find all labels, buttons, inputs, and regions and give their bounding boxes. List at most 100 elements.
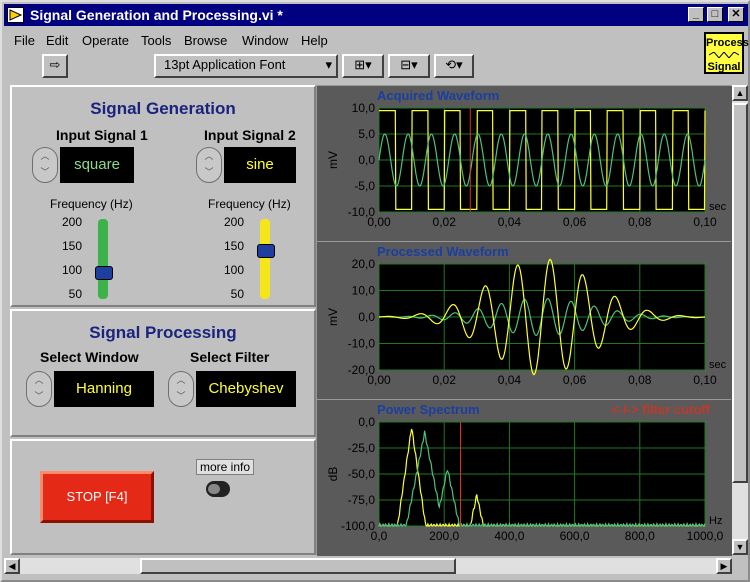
tick-label: 150	[223, 239, 244, 253]
stop-button[interactable]: STOP [F4]	[40, 471, 154, 523]
ring-arrows-icon[interactable]: ︿ ﹀	[26, 371, 52, 407]
menu-edit[interactable]: Edit	[46, 33, 68, 48]
tick-label: 100	[61, 263, 82, 277]
select-filter-value: Chebyshev	[196, 371, 296, 407]
tick-label: 100	[223, 263, 244, 277]
frequency-1-slider[interactable]: 200 150 100 50	[62, 211, 118, 307]
reorder-button[interactable]: ⟲▾	[434, 54, 474, 78]
y-tick-label: -50,0	[348, 467, 376, 481]
processed-waveform-plot: 0,00 0,02 0,04 0,06 0,08 0,1020,010,00,0-10,0…	[317, 242, 732, 400]
chart-title: Power Spectrum	[377, 402, 480, 417]
menu-help[interactable]: Help	[301, 33, 328, 48]
title-bar: Signal Generation and Processing.vi * _ …	[4, 4, 748, 26]
y-tick-label: 10,0	[352, 101, 376, 115]
x-tick-label: 0,04	[498, 373, 522, 387]
x-tick-label: 0,10	[693, 215, 717, 229]
y-tick-label: -20,0	[348, 363, 376, 377]
select-window-label: Select Window	[40, 349, 139, 365]
y-tick-label: 20,0	[352, 257, 376, 271]
filter-cutoff-annotation: <-l-> filter cutoff	[611, 402, 710, 417]
more-info-toggle[interactable]	[206, 481, 230, 497]
x-tick-label: 0,06	[563, 373, 587, 387]
scroll-left-icon[interactable]: ◀	[4, 558, 20, 574]
menu-bar: File Edit Operate Tools Browse Window He…	[4, 28, 704, 50]
maximize-button[interactable]: □	[707, 7, 723, 22]
scroll-down-icon[interactable]: ▼	[732, 539, 748, 555]
y-tick-label: -10,0	[348, 337, 376, 351]
y-tick-label: 0,0	[358, 415, 375, 429]
select-window-value: Hanning	[54, 371, 154, 407]
y-tick-label: 0,0	[358, 153, 375, 167]
y-axis-label: mV	[326, 151, 340, 169]
acquired-waveform-plot: 0,00 0,02 0,04 0,06 0,08 0,1010,05,00,0-5,0-1…	[317, 86, 732, 242]
font-select[interactable]: 13pt Application Font ▾	[154, 54, 338, 78]
x-axis-label: sec	[709, 201, 727, 213]
y-tick-label: -75,0	[348, 493, 376, 507]
slider-knob[interactable]	[257, 244, 275, 258]
x-tick-label: 0,04	[498, 215, 522, 229]
x-axis-label: Hz	[709, 515, 722, 527]
x-tick-label: 0,02	[433, 373, 457, 387]
y-tick-label: -100,0	[341, 519, 375, 533]
scroll-thumb[interactable]	[140, 558, 456, 574]
frequency-2-slider[interactable]: 200 150 100 50	[224, 211, 280, 307]
scroll-right-icon[interactable]: ▶	[716, 558, 732, 574]
run-arrow-button[interactable]: ⇨	[42, 54, 68, 78]
slider-knob[interactable]	[95, 266, 113, 280]
vertical-scrollbar[interactable]: ▲ ▼	[732, 85, 748, 555]
x-tick-label: 200,0	[429, 529, 459, 543]
menu-file[interactable]: File	[14, 33, 35, 48]
x-tick-label: 0,02	[433, 215, 457, 229]
scroll-thumb[interactable]	[732, 103, 748, 483]
minimize-button[interactable]: _	[688, 7, 704, 22]
x-tick-label: 600,0	[560, 529, 590, 543]
x-tick-label: 800,0	[625, 529, 655, 543]
y-tick-label: 10,0	[352, 284, 376, 298]
menu-tools[interactable]: Tools	[141, 33, 171, 48]
slider-track	[260, 219, 270, 299]
x-tick-label: 1000,0	[687, 529, 724, 543]
x-tick-label: 0,08	[628, 373, 652, 387]
y-tick-label: 0,0	[358, 310, 375, 324]
menu-browse[interactable]: Browse	[184, 33, 227, 48]
toolbar: ⇨ 13pt Application Font ▾ ⊞▾ ⊟▾ ⟲▾	[4, 52, 704, 80]
vi-icon-line2: Signal	[707, 61, 741, 73]
y-axis-label: dB	[326, 467, 340, 482]
tick-label: 50	[68, 287, 82, 301]
scroll-up-icon[interactable]: ▲	[732, 85, 748, 101]
y-axis-label: mV	[326, 308, 340, 326]
font-select-value: 13pt Application Font	[164, 57, 286, 72]
controls-panel: Signal Generation Input Signal 1 Input S…	[10, 85, 316, 555]
distribute-objects-button[interactable]: ⊟▾	[388, 54, 430, 78]
signal-processing-title: Signal Processing	[89, 323, 237, 342]
chart-title: Acquired Waveform	[377, 88, 500, 103]
signal-generation-panel: Signal Generation Input Signal 1 Input S…	[10, 85, 316, 307]
y-tick-label: -5,0	[354, 179, 375, 193]
slider-track	[98, 219, 108, 299]
select-filter-label: Select Filter	[190, 349, 270, 365]
labview-icon	[7, 7, 24, 23]
more-info-label: more info	[196, 459, 255, 475]
window-title: Signal Generation and Processing.vi *	[30, 7, 283, 23]
input-signal-2-label: Input Signal 2	[204, 127, 296, 143]
frequency-2-label: Frequency (Hz)	[208, 197, 291, 211]
ring-arrows-icon[interactable]: ︿ ﹀	[32, 147, 58, 183]
close-button[interactable]: ✕	[728, 7, 744, 22]
x-tick-label: 0,06	[563, 215, 587, 229]
ring-arrows-icon[interactable]: ︿ ﹀	[168, 371, 194, 407]
menu-operate[interactable]: Operate	[82, 33, 129, 48]
processed-waveform-chart: 0,00 0,02 0,04 0,06 0,08 0,10 20,0 10,0 0,0 -10,0…	[316, 241, 732, 400]
tick-label: 150	[61, 239, 82, 253]
tick-label: 50	[230, 287, 244, 301]
signal-generation-title: Signal Generation	[90, 99, 236, 118]
menu-window[interactable]: Window	[242, 33, 288, 48]
ring-arrows-icon[interactable]: ︿ ﹀	[196, 147, 222, 183]
align-objects-button[interactable]: ⊞▾	[342, 54, 384, 78]
horizontal-scrollbar[interactable]: ◀ ▶	[4, 558, 732, 574]
input-signal-1-label: Input Signal 1	[56, 127, 148, 143]
x-tick-label: 400,0	[494, 529, 524, 543]
charts-area: 0,00 0,02 0,04 0,06 0,08 0,10 10,0 5,0 0,0 -5,0 -1…	[316, 85, 732, 556]
vi-icon: Process Signal	[704, 32, 749, 74]
power-spectrum-plot: 0,0 200,0 400,0 600,0 800,0 1000,00,0-25,0-50…	[317, 400, 732, 556]
y-tick-label: -25,0	[348, 441, 376, 455]
